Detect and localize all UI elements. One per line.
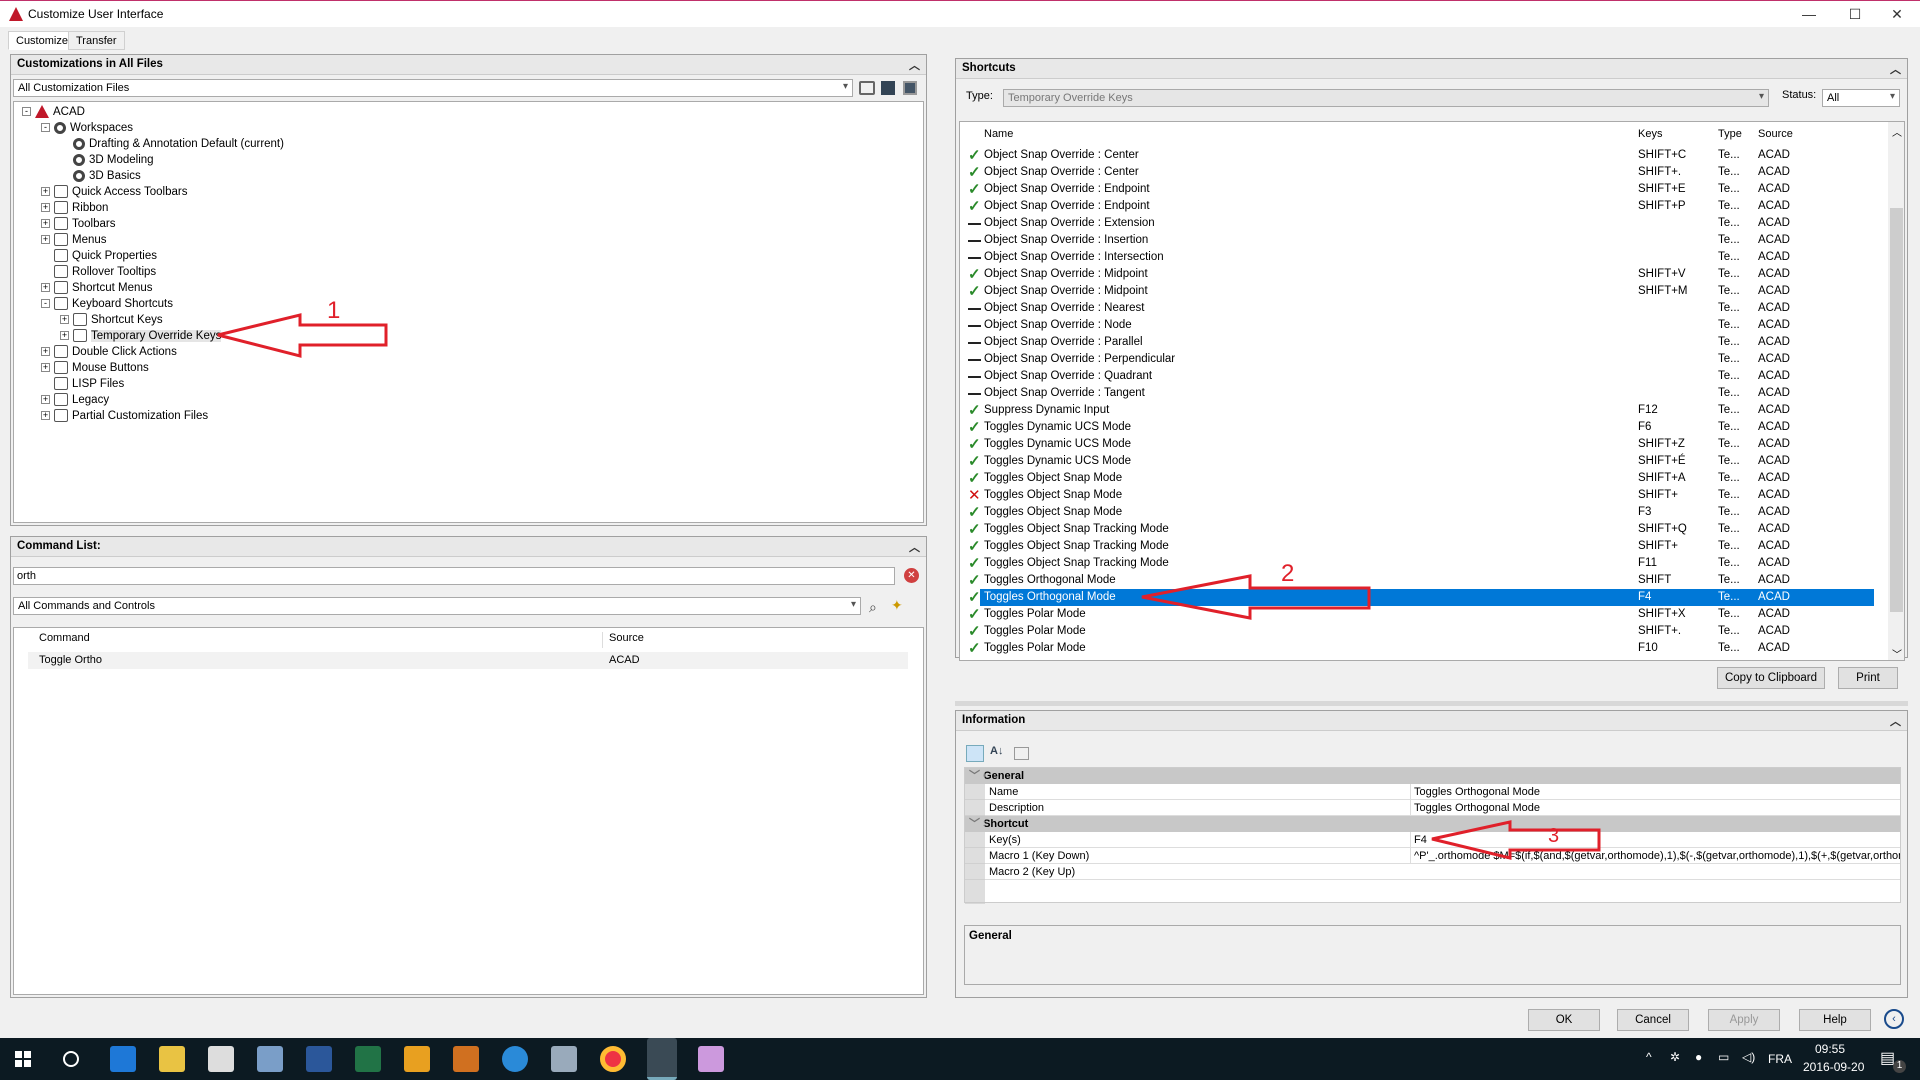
word-icon[interactable] <box>306 1046 332 1072</box>
search-icon[interactable] <box>63 1051 79 1067</box>
autocad-icon[interactable] <box>647 1038 677 1080</box>
network-icon[interactable]: ▭ <box>1718 1050 1729 1064</box>
arrow-3 <box>1431 820 1601 860</box>
arrow-2 <box>1141 574 1371 620</box>
annotation-3: 3 <box>1548 825 1559 847</box>
show-hidden-icons[interactable]: ^ <box>1646 1050 1652 1064</box>
excel-icon[interactable] <box>355 1046 381 1072</box>
chrome-icon[interactable] <box>600 1046 626 1072</box>
dropbox-icon[interactable]: ✲ <box>1670 1050 1680 1064</box>
outlook-icon[interactable] <box>404 1046 430 1072</box>
file-explorer-icon[interactable] <box>159 1046 185 1072</box>
app-icon[interactable] <box>257 1046 283 1072</box>
language-indicator[interactable]: FRA <box>1768 1052 1792 1066</box>
annotation-2: 2 <box>1281 560 1294 587</box>
annotation-overlay: 1 2 3 <box>217 297 1601 860</box>
start-icon[interactable] <box>15 1051 31 1067</box>
paint-icon[interactable] <box>698 1046 724 1072</box>
internet-explorer-icon[interactable] <box>502 1046 528 1072</box>
calculator-icon[interactable] <box>551 1046 577 1072</box>
clock-time[interactable]: 09:55 <box>1815 1042 1845 1056</box>
arrow-1 <box>217 313 388 358</box>
user-icon[interactable]: ● <box>1695 1050 1702 1064</box>
annotation-1: 1 <box>327 297 340 324</box>
media-player-icon[interactable] <box>453 1046 479 1072</box>
edge-icon[interactable] <box>110 1046 136 1072</box>
volume-icon[interactable]: ◁) <box>1742 1050 1755 1064</box>
clock-date[interactable]: 2016-09-20 <box>1803 1060 1864 1074</box>
store-icon[interactable] <box>208 1046 234 1072</box>
notification-count: 1 <box>1893 1060 1906 1073</box>
taskbar: ^ ✲ ● ▭ ◁) FRA 09:55 2016-09-20 ▤ 1 <box>0 1038 1920 1080</box>
